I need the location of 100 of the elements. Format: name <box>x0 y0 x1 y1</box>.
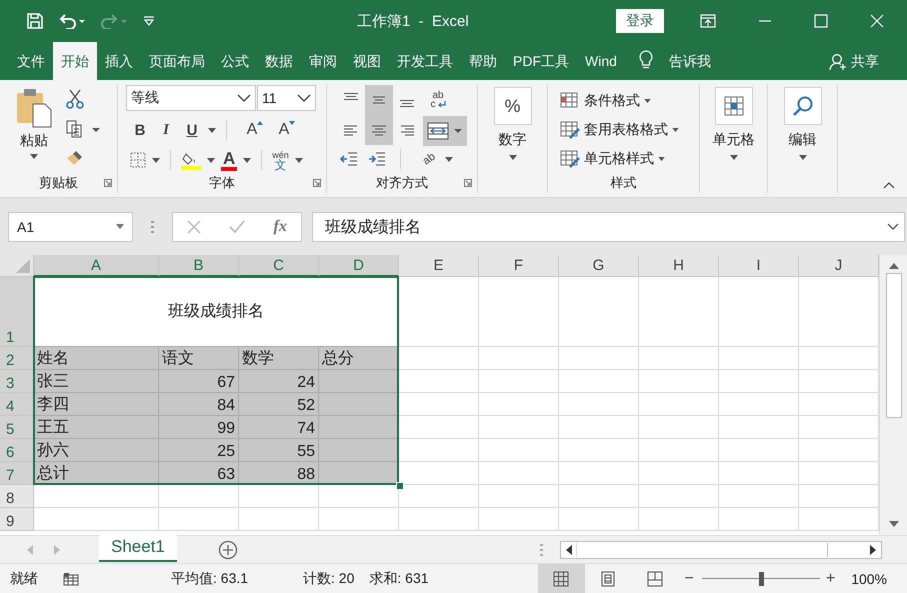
column-header[interactable]: J <box>799 255 879 277</box>
caret-icon[interactable] <box>730 155 738 160</box>
row-header[interactable]: 8 <box>0 485 34 508</box>
align-button[interactable] <box>365 115 393 145</box>
insert-function-button[interactable]: fx <box>274 218 287 236</box>
caret-icon[interactable] <box>294 158 303 162</box>
font-name-dropdown[interactable]: 等线 <box>126 85 256 111</box>
row-header[interactable]: 6 <box>0 439 34 462</box>
styles-menu-button[interactable]: 单元格样式 <box>560 148 699 169</box>
ribbon-tab[interactable]: 文件 <box>9 42 53 80</box>
scrollbar-thumb[interactable] <box>886 273 902 418</box>
check-icon[interactable] <box>229 220 246 234</box>
dialog-launcher-icon[interactable] <box>104 179 112 187</box>
view-button[interactable] <box>538 564 584 593</box>
user-icon[interactable] <box>829 53 847 71</box>
column-header[interactable]: E <box>399 255 479 277</box>
group-label[interactable]: 数字 <box>498 131 526 149</box>
customize-icon[interactable] <box>143 16 155 26</box>
share-button[interactable]: 共享 <box>851 42 879 80</box>
column-header[interactable]: D <box>319 255 399 277</box>
underline-button[interactable]: U <box>182 122 202 138</box>
ribbon-tab[interactable]: 页面布局 <box>141 42 213 80</box>
caret-icon[interactable] <box>207 158 215 162</box>
ribbon-tab[interactable]: PDF工具 <box>505 42 577 80</box>
styles-menu-button[interactable]: 条件格式 <box>560 90 699 111</box>
caret-icon[interactable] <box>445 156 454 162</box>
zoom-slider-thumb[interactable] <box>758 572 764 586</box>
orientation-button[interactable]: ab <box>420 150 438 168</box>
ribbon-tab[interactable]: 插入 <box>97 42 141 80</box>
dialog-launcher-icon[interactable] <box>464 179 472 187</box>
font-color-button[interactable]: A <box>221 150 238 170</box>
scrollbar-thumb[interactable] <box>576 542 828 556</box>
caret-icon[interactable] <box>243 158 252 162</box>
ribbon-display-icon[interactable] <box>700 14 716 28</box>
group-label[interactable]: 单元格 <box>712 131 754 149</box>
ribbon-tab[interactable]: 开发工具 <box>389 42 461 80</box>
italic-button[interactable]: I <box>156 122 176 138</box>
macro-record-icon[interactable] <box>63 572 79 586</box>
zoom-in-button[interactable]: + <box>826 570 836 588</box>
login-button[interactable]: 登录 <box>616 9 664 33</box>
column-header[interactable]: G <box>559 255 639 277</box>
tell-me-label[interactable]: 告诉我 <box>668 42 711 80</box>
editing-button[interactable] <box>784 87 822 125</box>
merge-center-button[interactable] <box>423 116 467 146</box>
cells-button[interactable] <box>714 87 752 125</box>
collapse-ribbon-icon[interactable] <box>883 182 895 189</box>
row-header[interactable]: 3 <box>0 370 34 393</box>
scroll-up-icon[interactable] <box>888 263 898 269</box>
zoom-level-text[interactable]: 100% <box>851 570 887 586</box>
add-sheet-icon[interactable] <box>218 540 238 560</box>
row-header[interactable]: 1 <box>0 277 34 347</box>
row-header[interactable]: 4 <box>0 393 34 416</box>
ribbon-tab[interactable]: Wind <box>577 42 625 80</box>
column-header[interactable]: H <box>639 255 719 277</box>
close-icon[interactable] <box>870 14 884 28</box>
phonetic-button[interactable]: wén 文 <box>272 150 289 170</box>
row-header[interactable]: 5 <box>0 416 34 439</box>
column-header[interactable]: I <box>719 255 799 277</box>
name-box[interactable]: A1 <box>8 212 133 242</box>
save-icon[interactable] <box>27 13 43 29</box>
formula-input[interactable]: 班级成绩排名 <box>312 212 905 242</box>
undo-icon[interactable] <box>59 13 85 29</box>
sheet-tab[interactable]: Sheet1 <box>99 535 177 562</box>
scissors-icon[interactable] <box>66 89 84 109</box>
borders-icon[interactable] <box>130 152 146 168</box>
styles-menu-button[interactable]: 套用表格格式 <box>560 119 699 140</box>
horizontal-scrollbar[interactable] <box>560 540 882 558</box>
scroll-right-icon[interactable] <box>870 544 876 554</box>
wrap-text-button[interactable]: ab c <box>421 85 455 115</box>
ribbon-tab[interactable]: 数据 <box>257 42 301 80</box>
maximize-icon[interactable] <box>814 14 828 28</box>
group-label[interactable]: 编辑 <box>788 131 816 149</box>
align-button[interactable] <box>365 85 393 115</box>
bold-button[interactable]: B <box>130 122 150 138</box>
scroll-down-icon[interactable] <box>888 521 898 527</box>
expand-formula-icon[interactable] <box>887 223 899 230</box>
grow-font-button[interactable]: A <box>241 121 263 139</box>
caret-icon[interactable] <box>798 155 806 160</box>
dialog-launcher-icon[interactable] <box>313 179 321 187</box>
ribbon-tab[interactable]: 开始 <box>53 42 97 80</box>
copy-icon[interactable] <box>66 120 100 138</box>
ribbon-tab[interactable]: 视图 <box>345 42 389 80</box>
row-header[interactable]: 9 <box>0 508 34 531</box>
column-header[interactable]: B <box>159 255 239 277</box>
number-format-button[interactable]: % <box>494 87 532 125</box>
shrink-font-button[interactable]: A <box>273 121 295 139</box>
column-header[interactable]: A <box>34 255 159 277</box>
fill-handle[interactable] <box>396 482 404 490</box>
format-painter-icon[interactable] <box>66 149 84 167</box>
scroll-left-icon[interactable] <box>566 544 572 554</box>
ribbon-tab[interactable]: 公式 <box>213 42 257 80</box>
lightbulb-icon[interactable] <box>638 50 653 70</box>
row-header[interactable]: 2 <box>0 347 34 370</box>
zoom-out-button[interactable]: − <box>684 570 694 588</box>
ribbon-tab[interactable]: 帮助 <box>461 42 505 80</box>
paste-button[interactable]: 粘贴 <box>16 86 52 173</box>
row-header[interactable]: 7 <box>0 462 34 485</box>
caret-icon[interactable] <box>508 155 516 160</box>
column-header[interactable]: F <box>479 255 559 277</box>
decrease-indent-icon[interactable] <box>340 151 358 167</box>
